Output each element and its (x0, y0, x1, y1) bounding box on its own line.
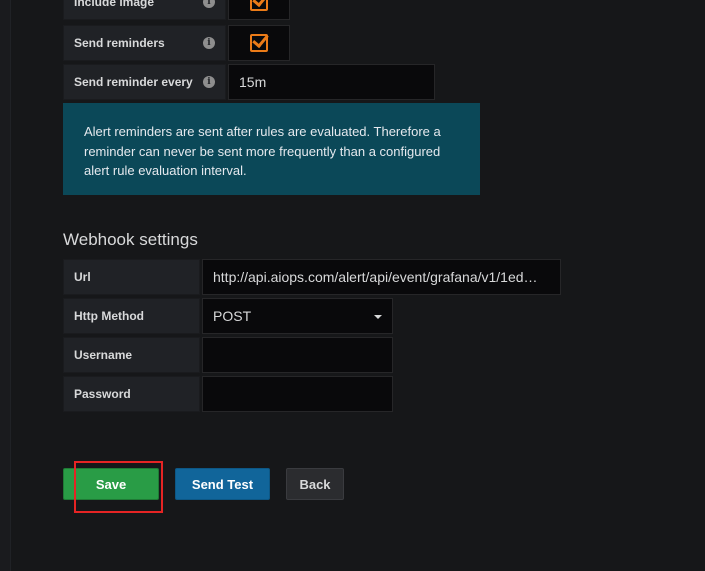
include-image-label: Include image (74, 0, 155, 9)
send-reminders-label-cell: Send reminders i (63, 25, 226, 61)
url-row: Url http://api.aiops.com/alert/api/event… (63, 259, 561, 295)
password-label: Password (74, 387, 131, 401)
username-row: Username (63, 337, 393, 373)
checkbox-checked-icon (250, 34, 268, 52)
include-image-label-cell: Include image i (63, 0, 226, 20)
url-value: http://api.aiops.com/alert/api/event/gra… (213, 269, 538, 285)
send-reminder-every-input[interactable]: 15m (228, 64, 435, 100)
http-method-label-cell: Http Method (63, 298, 200, 334)
left-scroll-strip (0, 0, 11, 571)
reminder-info-text: Alert reminders are sent after rules are… (84, 124, 441, 178)
include-image-row: Include image i (63, 0, 290, 20)
username-label-cell: Username (63, 337, 200, 373)
url-label-cell: Url (63, 259, 200, 295)
send-reminders-row: Send reminders i (63, 25, 290, 61)
http-method-row: Http Method POST (63, 298, 393, 334)
include-image-checkbox[interactable] (228, 0, 290, 20)
info-icon[interactable]: i (203, 76, 215, 88)
caret-down-icon (374, 315, 382, 319)
send-reminder-every-value: 15m (239, 74, 267, 90)
http-method-label: Http Method (74, 309, 144, 323)
username-input[interactable] (202, 337, 393, 373)
reminder-info-box: Alert reminders are sent after rules are… (63, 103, 480, 195)
checkbox-checked-icon (250, 0, 268, 11)
url-input[interactable]: http://api.aiops.com/alert/api/event/gra… (202, 259, 561, 295)
send-reminder-every-row: Send reminder every i 15m (63, 64, 435, 100)
password-input[interactable] (202, 376, 393, 412)
webhook-settings-title: Webhook settings (63, 230, 198, 249)
send-reminder-every-label-cell: Send reminder every i (63, 64, 226, 100)
info-icon[interactable]: i (203, 0, 215, 8)
send-reminders-checkbox[interactable] (228, 25, 290, 61)
password-label-cell: Password (63, 376, 200, 412)
save-button[interactable]: Save (63, 468, 159, 500)
back-button[interactable]: Back (286, 468, 344, 500)
url-label: Url (74, 270, 91, 284)
send-reminder-every-label: Send reminder every (74, 75, 193, 89)
send-test-button[interactable]: Send Test (175, 468, 270, 500)
info-icon[interactable]: i (203, 37, 215, 49)
username-label: Username (74, 348, 133, 362)
password-row: Password (63, 376, 393, 412)
send-reminders-label: Send reminders (74, 36, 165, 50)
http-method-value: POST (213, 308, 252, 324)
http-method-select[interactable]: POST (202, 298, 393, 334)
